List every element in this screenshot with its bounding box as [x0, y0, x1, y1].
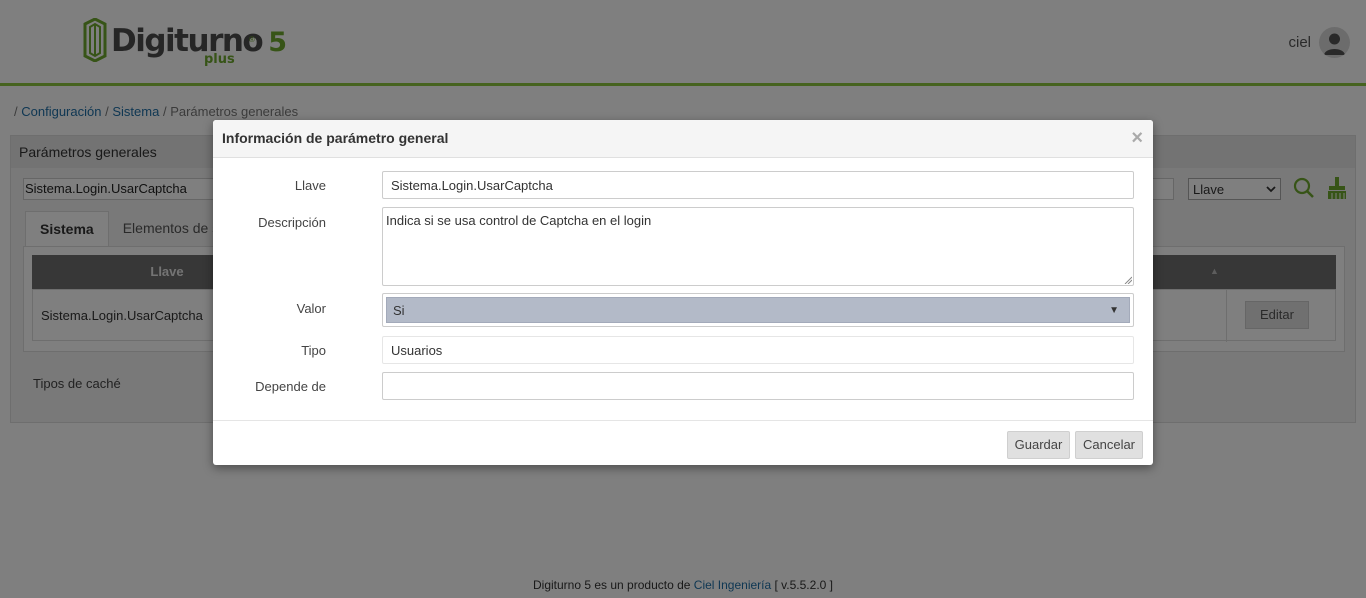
- llave-field[interactable]: Sistema.Login.UsarCaptcha: [382, 171, 1134, 199]
- modal-footer: Guardar Cancelar: [213, 420, 1153, 465]
- depende-field[interactable]: [382, 372, 1134, 400]
- tipo-label: Tipo: [301, 343, 326, 358]
- descripcion-label: Descripción: [258, 215, 326, 230]
- valor-label: Valor: [296, 301, 326, 316]
- close-icon[interactable]: ×: [1131, 128, 1143, 148]
- valor-select[interactable]: Si ▼: [382, 293, 1134, 327]
- llave-label: Llave: [294, 178, 326, 193]
- depende-label: Depende de: [255, 379, 326, 394]
- descripcion-textarea[interactable]: Indica si se usa control de Captcha en e…: [382, 207, 1134, 286]
- valor-select-value: Si: [393, 302, 405, 318]
- modal-title: Información de parámetro general: [213, 120, 1153, 158]
- valor-select-inner[interactable]: Si ▼: [386, 297, 1130, 323]
- save-button[interactable]: Guardar: [1007, 431, 1070, 459]
- resize-grip-icon[interactable]: [1124, 276, 1132, 284]
- tipo-field: Usuarios: [382, 336, 1134, 364]
- descripcion-text: Indica si se usa control de Captcha en e…: [386, 213, 652, 228]
- parametro-modal: Información de parámetro general × Llave…: [213, 120, 1153, 465]
- dropdown-arrow-icon: ▼: [1109, 304, 1119, 316]
- cancel-button[interactable]: Cancelar: [1075, 431, 1143, 459]
